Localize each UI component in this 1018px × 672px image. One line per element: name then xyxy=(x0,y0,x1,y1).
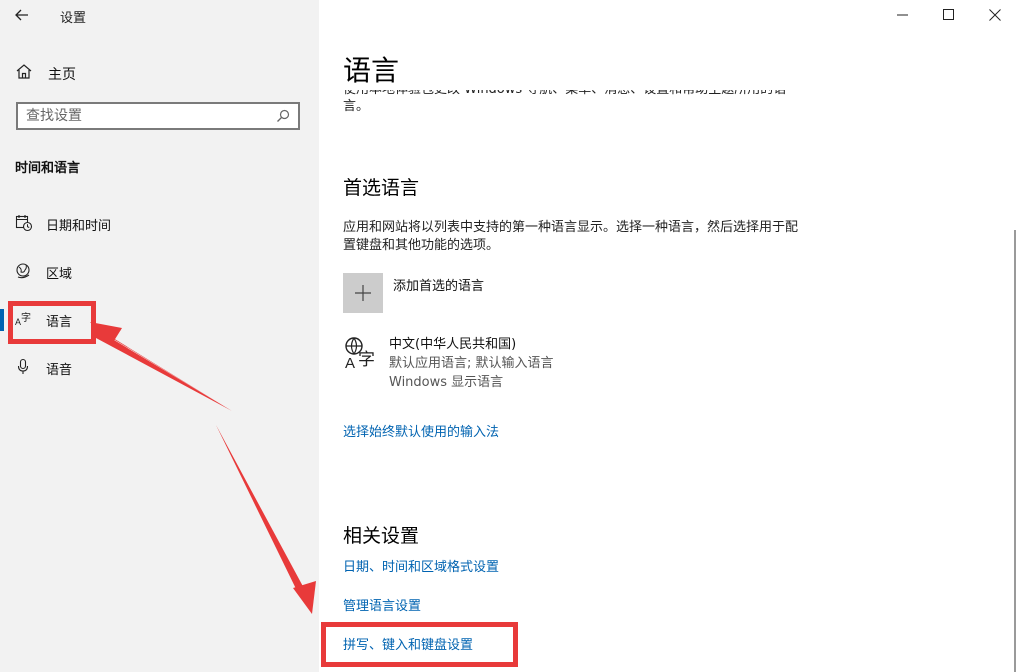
back-button[interactable] xyxy=(10,4,34,26)
related-settings-heading: 相关设置 xyxy=(343,525,420,547)
maximize-button[interactable] xyxy=(926,0,972,30)
sidebar-item-label: 主页 xyxy=(48,67,76,83)
sidebar-item-date-time[interactable]: 日期和时间 xyxy=(0,207,319,239)
add-language-button[interactable]: 添加首选的语言 xyxy=(343,273,643,313)
search-icon[interactable] xyxy=(276,109,290,123)
sidebar-item-label: 日期和时间 xyxy=(46,219,112,234)
highlight-box-keyboard-settings xyxy=(321,622,518,667)
minimize-icon xyxy=(897,14,908,16)
calendar-clock-icon xyxy=(15,215,33,232)
microphone-icon xyxy=(17,358,29,374)
home-icon xyxy=(16,64,32,79)
plus-icon xyxy=(355,285,371,301)
titlebar-left: 设置 xyxy=(0,0,319,30)
sidebar-item-speech[interactable]: 语音 xyxy=(0,351,319,383)
window-controls xyxy=(868,0,1018,30)
add-language-label: 添加首选的语言 xyxy=(393,279,485,294)
back-arrow-icon xyxy=(15,9,28,21)
settings-window: 设置 主页 时间和语言 日期和时间 xyxy=(0,0,1018,672)
input-method-link[interactable]: 选择始终默认使用的输入法 xyxy=(343,421,499,440)
preferred-languages-description: 应用和网站将以列表中支持的第一种语言显示。选择一种语言，然后选择用于配置键盘和其… xyxy=(343,220,799,253)
language-name: 中文(中华人民共和国) xyxy=(389,337,517,352)
sidebar-item-label: 语音 xyxy=(46,363,73,378)
sidebar-item-label: 区域 xyxy=(46,267,73,282)
preferred-languages-heading: 首选语言 xyxy=(343,177,420,199)
close-button[interactable] xyxy=(972,0,1018,30)
highlight-box-language xyxy=(8,301,96,344)
sidebar-item-region[interactable]: 区域 xyxy=(0,255,319,287)
language-list-item[interactable]: A 字 中文(中华人民共和国) 默认应用语言; 默认输入语言 Windows 显… xyxy=(343,333,743,393)
selected-indicator xyxy=(0,309,4,331)
globe-region-icon xyxy=(16,263,30,279)
minimize-button[interactable] xyxy=(880,0,926,30)
date-region-format-link[interactable]: 日期、时间和区域格式设置 xyxy=(343,556,499,575)
intro-text: 使用本地体验包更改 Windows 导航、菜单、消息、设置和帮助主题所用的语言。 xyxy=(343,89,787,114)
app-title: 设置 xyxy=(60,11,87,26)
section-title: 时间和语言 xyxy=(15,161,81,176)
search-box[interactable] xyxy=(16,102,300,130)
language-display: Windows 显示语言 xyxy=(389,375,504,390)
page-title: 语言 xyxy=(343,54,803,90)
svg-text:字: 字 xyxy=(358,350,375,370)
language-admin-link[interactable]: 管理语言设置 xyxy=(343,595,421,614)
close-icon xyxy=(989,9,1001,21)
intro-text-container: 使用本地体验包更改 Windows 导航、菜单、消息、设置和帮助主题所用的语言。 xyxy=(343,89,793,123)
main-content: 使用本地体验包更改 Windows 导航、菜单、消息、设置和帮助主题所用的语言。… xyxy=(319,0,1018,672)
language-features: 默认应用语言; 默认输入语言 xyxy=(389,356,554,371)
language-glyph-icon: A 字 xyxy=(345,337,375,371)
scrollbar[interactable] xyxy=(1014,230,1016,672)
add-box xyxy=(343,273,383,313)
svg-text:A: A xyxy=(345,355,355,371)
sidebar-item-home[interactable]: 主页 xyxy=(0,58,319,86)
maximize-icon xyxy=(943,9,954,20)
search-input[interactable] xyxy=(26,107,266,125)
